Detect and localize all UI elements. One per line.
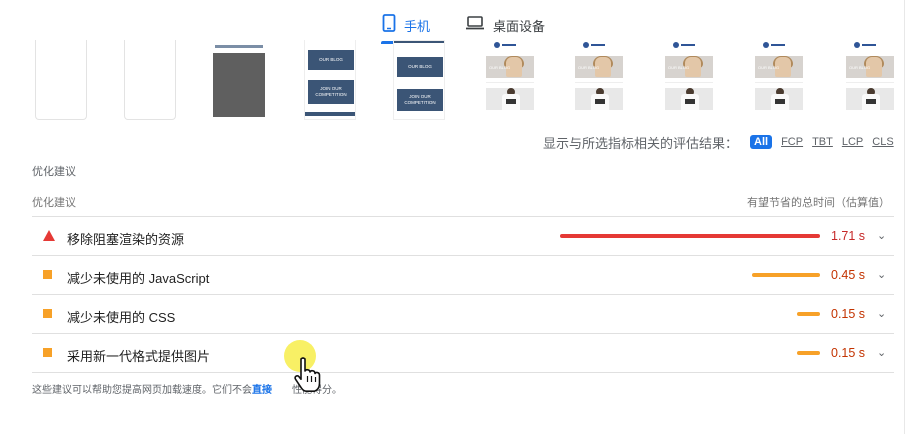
filter-chip-lcp[interactable]: LCP: [842, 136, 863, 148]
savings-bar: [797, 312, 820, 316]
filmstrip-frame: OUR BLOG JOIN OUR COMPETITION: [304, 40, 356, 120]
frame-hero-text: OUR BLOG: [849, 65, 871, 70]
hand-cursor-icon: [292, 356, 322, 397]
frame-hero-text: OUR BLOG: [668, 65, 690, 70]
triangle-icon: [43, 230, 55, 241]
audit-title: 减少未使用的 JavaScript: [67, 271, 210, 286]
square-icon: [43, 270, 52, 279]
chevron-down-icon[interactable]: ⌄: [877, 346, 886, 359]
column-header-opportunity: 优化建议: [32, 197, 76, 209]
chevron-down-icon[interactable]: ⌄: [877, 268, 886, 281]
chevron-down-icon[interactable]: ⌄: [877, 229, 886, 242]
panel-border: [904, 0, 905, 434]
phone-icon: [382, 13, 396, 37]
tab-mobile-label: 手机: [404, 18, 431, 34]
savings-bar: [560, 234, 820, 238]
audit-title: 减少未使用的 CSS: [67, 310, 176, 325]
tab-desktop[interactable]: 桌面设备: [465, 8, 545, 42]
column-header-row: 优化建议 有望节省的总时间（估算值）: [32, 194, 890, 210]
frame-hero-text: OUR BLOG: [758, 65, 780, 70]
frame-competition-button: JOIN OUR COMPETITION: [397, 89, 443, 111]
tab-mobile[interactable]: 手机: [382, 8, 430, 42]
filmstrip-frame: [35, 40, 87, 120]
frame-blog-button: OUR BLOG: [397, 57, 443, 77]
savings-bar: [797, 351, 820, 355]
audit-savings: 1.71 s: [831, 229, 866, 243]
filmstrip-frame: OUR BLOG: [484, 40, 536, 120]
filmstrip-frame: [124, 40, 176, 120]
tab-desktop-label: 桌面设备: [493, 18, 546, 34]
audit-row[interactable]: 采用新一代格式提供图片 0.15 s ⌄: [32, 334, 894, 373]
device-tabs: 手机 桌面设备: [0, 8, 922, 44]
audit-row[interactable]: 移除阻塞渲染的资源 1.71 s ⌄: [32, 217, 894, 256]
column-header-savings: 有望节省的总时间（估算值）: [747, 197, 890, 209]
audit-row[interactable]: 减少未使用的 CSS 0.15 s ⌄: [32, 295, 894, 334]
footnote-text: 这些建议可以帮助您提高网页加载速度。它们不会: [32, 385, 252, 396]
audit-title: 采用新一代格式提供图片: [67, 349, 211, 364]
filter-chip-fcp[interactable]: FCP: [781, 136, 803, 148]
filmstrip-frame: OUR BLOG: [663, 40, 715, 120]
filter-chip-all[interactable]: All: [750, 135, 773, 149]
audit-savings: 0.15 s: [831, 346, 866, 360]
square-icon: [43, 309, 52, 318]
audit-title: 移除阻塞渲染的资源: [67, 232, 185, 247]
filmstrip-frame: OUR BLOG: [844, 40, 896, 120]
audit-row[interactable]: 减少未使用的 JavaScript 0.45 s ⌄: [32, 256, 894, 295]
metric-filter-label: 显示与所选指标相关的评估结果：: [543, 135, 739, 151]
frame-competition-button: JOIN OUR COMPETITION: [308, 80, 354, 104]
square-icon: [43, 348, 52, 357]
footnote-link[interactable]: 直接: [252, 385, 272, 396]
section-title: 优化建议: [32, 166, 76, 178]
filmstrip-frame: OUR BLOG: [753, 40, 805, 120]
filmstrip-frame: OUR BLOG JOIN OUR COMPETITION: [393, 40, 445, 120]
metric-filter: 显示与所选指标相关的评估结果： All FCP TBT LCP CLS: [543, 134, 894, 151]
audit-savings: 0.45 s: [831, 268, 866, 282]
filter-chip-tbt[interactable]: TBT: [812, 136, 833, 148]
laptop-icon: [465, 15, 485, 36]
frame-blog-button: OUR BLOG: [308, 50, 354, 70]
savings-bar: [752, 273, 820, 277]
filmstrip: OUR BLOG JOIN OUR COMPETITION OUR BLOG J…: [0, 40, 904, 122]
frame-hero-text: OUR BLOG: [578, 65, 600, 70]
audit-savings: 0.15 s: [831, 307, 866, 321]
filmstrip-frame: [213, 40, 265, 120]
filmstrip-frame: OUR BLOG: [573, 40, 625, 120]
chevron-down-icon[interactable]: ⌄: [877, 307, 886, 320]
filter-chip-cls[interactable]: CLS: [872, 136, 893, 148]
frame-hero-text: OUR BLOG: [489, 65, 511, 70]
